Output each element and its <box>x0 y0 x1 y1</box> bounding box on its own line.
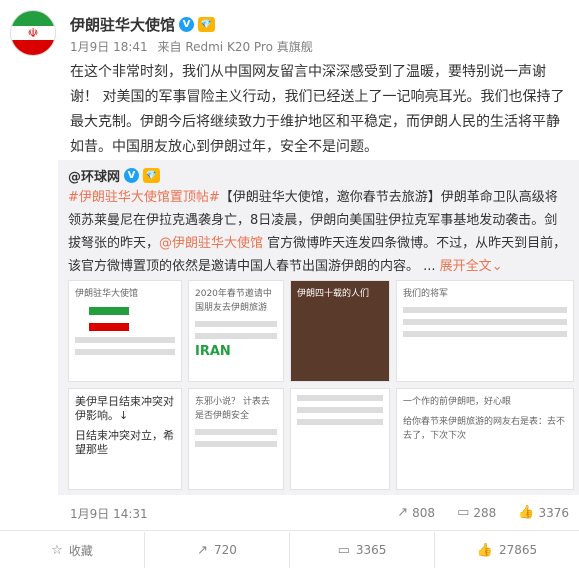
repost-time[interactable]: 1月9日 14:31 <box>70 505 148 522</box>
repost-text: #伊朗驻华大使馆置顶帖#【伊朗驻华大使馆，邀你春节去旅游】伊朗革命卫队高级将领苏… <box>68 186 568 278</box>
favorite-button[interactable]: ☆ 收藏 <box>0 532 145 568</box>
topic-link[interactable]: #伊朗驻华大使馆置顶帖# <box>68 190 220 205</box>
comment-count[interactable]: ▭ 288 <box>457 505 496 520</box>
level-badge-icon: 💎 <box>143 168 161 183</box>
thumb-up-icon: 👍 <box>476 542 493 558</box>
comment-icon: ▭ <box>457 505 470 520</box>
like-button[interactable]: 👍 27865 <box>435 532 579 568</box>
thumb-up-icon: 👍 <box>518 505 535 520</box>
repost-button[interactable]: ↗ 720 <box>145 532 290 568</box>
action-bar: ☆ 收藏 ↗ 720 ▭ 3365 👍 27865 <box>0 532 579 568</box>
image-thumb[interactable]: 一个作的前伊朗吧，好心眼 给你春节来伊朗旅游的网友右是表：去不去了，下次下次 <box>396 388 574 490</box>
repost-count[interactable]: ↗ 808 <box>397 505 435 520</box>
flag-icon <box>89 307 129 331</box>
image-thumb[interactable]: 伊朗四十载的人们 <box>290 280 390 382</box>
level-badge-icon: 💎 <box>198 17 216 32</box>
repost-author-row: @环球网 V 💎 <box>68 166 161 185</box>
repost-stats: ↗ 808 ▭ 288 👍 3376 <box>397 505 569 520</box>
image-thumb[interactable]: 我们的将军 <box>396 280 574 382</box>
weibo-card: ☫ 伊朗驻华大使馆 V 💎 1月9日 18:41 来自 Redmi K20 Pr… <box>0 0 579 568</box>
comment-button[interactable]: ▭ 3365 <box>290 532 435 568</box>
comment-icon: ▭ <box>337 542 350 558</box>
divider <box>0 530 579 531</box>
image-thumb[interactable]: 东邪小说？ 计表去是否伊朗安全 <box>188 388 284 490</box>
verified-icon: V <box>124 168 140 183</box>
author-row: 伊朗驻华大使馆 V 💎 <box>70 14 216 35</box>
chevron-down-icon: ⌄ <box>491 259 503 274</box>
post-time[interactable]: 1月9日 18:41 <box>70 40 148 54</box>
like-count[interactable]: 👍 3376 <box>518 505 569 520</box>
expand-button[interactable]: 展开全文⌄ <box>440 259 503 274</box>
post-meta: 1月9日 18:41 来自 Redmi K20 Pro 真旗舰 <box>70 38 319 55</box>
mention-link[interactable]: @伊朗驻华大使馆 <box>159 236 263 251</box>
post-source[interactable]: 来自 Redmi K20 Pro 真旗舰 <box>158 40 313 54</box>
image-thumb[interactable]: 2020年春节邀请中国朋友去伊朗旅游 IRAN <box>188 280 284 382</box>
avatar[interactable]: ☫ <box>10 10 56 56</box>
repost-author[interactable]: @环球网 <box>68 166 120 185</box>
post-content: 在这个非常时刻，我们从中国网友留言中深深感受到了温暖，要特别说一声谢谢！ 对美国… <box>70 64 565 155</box>
image-thumb[interactable]: 伊朗驻华大使馆 <box>68 280 182 382</box>
share-icon: ↗ <box>197 542 208 558</box>
share-icon: ↗ <box>397 505 409 520</box>
repost-block: @环球网 V 💎 #伊朗驻华大使馆置顶帖#【伊朗驻华大使馆，邀你春节去旅游】伊朗… <box>58 160 579 495</box>
image-thumb[interactable] <box>290 388 390 490</box>
star-icon: ☆ <box>51 542 63 558</box>
verified-icon: V <box>179 17 195 32</box>
image-thumb[interactable]: 美伊早日结束冲突对伊影响。↓ 日结束冲突对立，希望那些 <box>68 388 182 490</box>
emblem-icon: ☫ <box>11 25 55 41</box>
author-name[interactable]: 伊朗驻华大使馆 <box>70 14 175 35</box>
image-grid: 伊朗驻华大使馆 2020年春节邀请中国朋友去伊朗旅游 IRAN 伊朗四十载的人们… <box>68 280 574 490</box>
